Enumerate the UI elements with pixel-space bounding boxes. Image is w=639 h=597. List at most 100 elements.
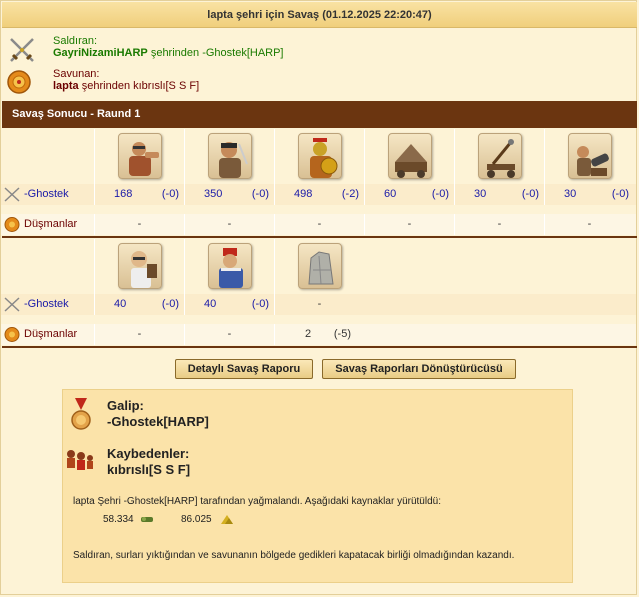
unit-loss: (-5)	[333, 328, 351, 340]
unit-cell	[274, 239, 363, 295]
own-player-name[interactable]: -Ghostek	[24, 294, 69, 315]
unit-count-cell: 40 (-0)	[184, 294, 273, 315]
attacker-line: GayriNizamiHARP şehrinden -Ghostek[HARP]	[53, 47, 284, 59]
unit-loss: (-0)	[161, 298, 179, 310]
unit-count: 350	[204, 188, 223, 200]
swordsman-unit-icon[interactable]	[208, 133, 252, 179]
unit-count-cell: 350 (-0)	[184, 184, 273, 205]
unit-cell	[544, 129, 633, 185]
mortar-unit-icon[interactable]	[568, 133, 612, 179]
unit-count-cell: -	[364, 214, 453, 235]
ram-unit-icon[interactable]	[388, 133, 432, 179]
catapult-unit-icon[interactable]	[478, 133, 522, 179]
own-units-row-2: -Ghostek 40 (-0) 40 (-0) -	[1, 294, 636, 315]
unit-cell	[274, 129, 363, 185]
unit-count: 40	[204, 298, 217, 310]
sulfur-icon	[221, 515, 233, 524]
unit-count: -	[227, 328, 232, 340]
unit-count: -	[587, 218, 592, 230]
attacker-label: Saldıran:	[53, 35, 98, 47]
unit-cell	[184, 239, 273, 295]
unit-count-cell: -	[94, 324, 183, 345]
fallen-soldiers-icon	[67, 450, 93, 470]
unit-count: -	[317, 218, 322, 230]
wood-icon	[141, 517, 153, 522]
detailed-report-button[interactable]: Detaylı Savaş Raporu	[175, 359, 313, 379]
unit-count: -	[137, 328, 142, 340]
unit-count-cell: -	[274, 214, 363, 235]
unit-count: -	[317, 298, 322, 310]
cook-unit-icon[interactable]	[208, 243, 252, 289]
unit-count: -	[407, 218, 412, 230]
unit-loss: (-0)	[251, 298, 269, 310]
divider	[2, 236, 637, 238]
enemy-units-row-1: Düşmanlar - - - - - -	[1, 214, 636, 235]
unit-count-cell: -	[94, 214, 183, 235]
unit-row-1	[1, 129, 636, 185]
wood-amount: 58.334	[103, 514, 134, 525]
shield-icon	[4, 217, 20, 232]
section-header: Savaş Sonucu - Raund 1	[2, 101, 637, 128]
attacker-city-link[interactable]: GayriNizamiHARP	[53, 47, 148, 59]
unit-row-2	[1, 239, 636, 295]
winner-label: Galip:	[107, 398, 144, 413]
unit-count-cell: 498 (-2)	[274, 184, 363, 205]
own-row-label: -Ghostek	[1, 294, 94, 315]
hoplite-unit-icon[interactable]	[298, 133, 342, 179]
unit-cell	[454, 129, 543, 185]
victory-note: Saldıran, surları yıktığından ve savunan…	[73, 550, 515, 561]
unit-count: 40	[114, 298, 127, 310]
enemy-label: Düşmanlar	[24, 328, 78, 340]
defender-city-link[interactable]: lapta	[53, 80, 79, 92]
unit-loss: (-2)	[341, 188, 359, 200]
unit-count-cell: -	[184, 324, 273, 345]
enemy-row-label: Düşmanlar	[1, 214, 94, 235]
unit-count: 2	[305, 328, 312, 340]
losers-label: Kaybedenler:	[107, 446, 190, 461]
losers-name: kıbrıslı[S S F]	[107, 462, 191, 477]
unit-cell	[94, 129, 183, 185]
unit-count-cell: 40 (-0)	[94, 294, 183, 315]
crossed-swords-icon	[4, 297, 20, 312]
unit-count-cell: 2 (-5)	[274, 324, 363, 345]
wall-unit-icon[interactable]	[298, 243, 342, 289]
unit-loss: (-0)	[521, 188, 539, 200]
crossed-swords-icon	[4, 187, 20, 202]
own-units-row-1: -Ghostek 168 (-0) 350 (-0) 498 (-2) 60 (-0) …	[1, 184, 636, 205]
defender-line: lapta şehrinden kıbrıslı[S S F]	[53, 80, 199, 92]
unit-count-cell: -	[184, 214, 273, 235]
own-player-name[interactable]: -Ghostek	[24, 184, 69, 205]
unit-count: -	[497, 218, 502, 230]
enemy-row-label: Düşmanlar	[1, 324, 94, 345]
unit-count: 498	[294, 188, 313, 200]
unit-cell	[364, 129, 453, 185]
own-row-label: -Ghostek	[1, 184, 94, 205]
shield-icon	[7, 70, 31, 94]
medal-icon	[71, 398, 91, 430]
unit-count: -	[137, 218, 142, 230]
page-title: lapta şehri için Savaş (01.12.2025 22:20…	[2, 2, 637, 28]
shield-icon	[4, 327, 20, 342]
divider	[2, 346, 637, 348]
enemy-units-row-2: Düşmanlar - - 2 (-5)	[1, 324, 636, 345]
unit-loss: (-0)	[161, 188, 179, 200]
crossed-swords-icon	[10, 38, 34, 62]
doctor-unit-icon[interactable]	[118, 243, 162, 289]
attacker-rest: şehrinden -Ghostek[HARP]	[147, 47, 284, 59]
result-panel: Galip: -Ghostek[HARP] Kaybedenler: kıbrı…	[62, 389, 573, 583]
unit-count-cell: -	[544, 214, 633, 235]
unit-count-cell: -	[274, 294, 363, 315]
unit-count-cell: 30 (-0)	[454, 184, 543, 205]
winner-name: -Ghostek[HARP]	[107, 414, 209, 429]
unit-count: 168	[114, 188, 133, 200]
unit-count-cell: 30 (-0)	[544, 184, 633, 205]
slinger-unit-icon[interactable]	[118, 133, 162, 179]
unit-loss: (-0)	[611, 188, 629, 200]
unit-count: -	[227, 218, 232, 230]
defender-rest: şehrinden kıbrıslı[S S F]	[78, 80, 200, 92]
battle-report-window: lapta şehri için Savaş (01.12.2025 22:20…	[0, 0, 637, 595]
unit-loss: (-0)	[431, 188, 449, 200]
plunder-text: lapta Şehri -Ghostek[HARP] tarafından ya…	[73, 496, 441, 507]
report-converter-button[interactable]: Savaş Raporları Dönüştürücüsü	[322, 359, 516, 379]
unit-loss: (-0)	[251, 188, 269, 200]
